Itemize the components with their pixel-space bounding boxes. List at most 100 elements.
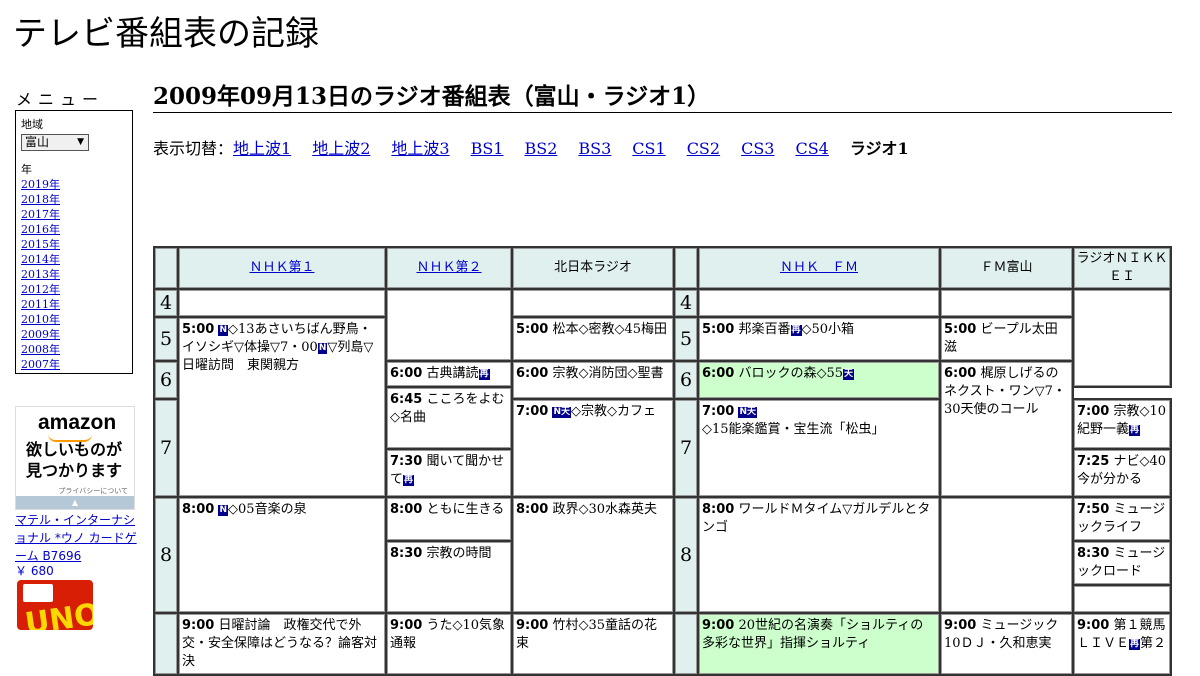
- program-empty: [939, 496, 1074, 614]
- ad-expand-bar[interactable]: ▲: [16, 496, 134, 509]
- program-cell[interactable]: 8:00 ともに生きる: [385, 496, 513, 542]
- product-price: ￥ 680: [15, 564, 54, 578]
- switch-link-cs4[interactable]: CS4: [795, 139, 828, 158]
- switch-link-cs1[interactable]: CS1: [632, 139, 665, 158]
- switch-link-chijou2[interactable]: 地上波2: [312, 139, 370, 158]
- hour-cell: 6: [673, 360, 699, 400]
- program-empty: [1072, 584, 1172, 614]
- weather-icon: 天: [843, 369, 855, 380]
- hour-cell: 5: [153, 316, 179, 362]
- hour-cell: 4: [153, 288, 179, 318]
- program-cell[interactable]: 5:00 ビープル太田滋: [939, 316, 1074, 362]
- switch-current-radio1: ラジオ1: [849, 139, 909, 158]
- ad-tagline-2: 見つかります: [26, 461, 123, 480]
- program-cell[interactable]: 8:00 N◇05音楽の泉: [177, 496, 387, 614]
- hour-cell: 5: [673, 316, 699, 362]
- rerun-icon: 再: [478, 369, 490, 380]
- region-label: 地域: [21, 118, 43, 131]
- product-image[interactable]: UNO: [17, 580, 93, 630]
- channel-header-kitanihon: 北日本ラジオ: [511, 246, 675, 290]
- program-cell[interactable]: 6:00 宗教◇消防団◇聖書: [511, 360, 675, 400]
- hour-cell: [153, 612, 179, 676]
- ad-privacy-link[interactable]: プライバシーについて: [58, 486, 128, 496]
- channel-header-fmtoyama: ＦＭ富山: [939, 246, 1074, 290]
- program-cell[interactable]: 9:00 日曜討論 政権交代で外交・安全保障はどうなる？論客対決: [177, 612, 387, 676]
- year-link[interactable]: 2017年: [21, 207, 127, 222]
- program-cell[interactable]: 7:30 聞いて聞かせて再: [385, 448, 513, 498]
- view-switcher: 表示切替：地上波1 地上波2 地上波3 BS1 BS2 BS3 CS1 CS2 CS3 CS4 ラジ…: [153, 135, 909, 159]
- year-link[interactable]: 2012年: [21, 282, 127, 297]
- site-title: テレビ番組表の記録: [13, 14, 319, 54]
- page-title: 2009年09月13日のラジオ番組表（富山・ラジオ1）: [153, 84, 1172, 113]
- program-cell[interactable]: 9:00 竹村◇35童話の花束: [511, 612, 675, 676]
- year-link[interactable]: 2015年: [21, 237, 127, 252]
- hour-cell: 8: [153, 496, 179, 614]
- channel-link-nhk1[interactable]: ＮＨＫ第１: [249, 260, 314, 275]
- region-select-value: 富山: [25, 135, 50, 149]
- switcher-label: 表示切替：: [153, 139, 234, 158]
- amazon-ad[interactable]: amazon 欲しいものが 見つかります プライバシーについて ▲: [15, 406, 135, 510]
- year-link[interactable]: 2011年: [21, 297, 127, 312]
- program-cell[interactable]: 8:00 ワールドＭタイム▽ガルデルとタンゴ: [697, 496, 941, 614]
- program-cell[interactable]: 5:00 松本◇密教◇45梅田: [511, 316, 675, 362]
- program-cell[interactable]: 5:00 邦楽百番再◇50小箱: [697, 316, 941, 362]
- switch-link-cs2[interactable]: CS2: [687, 139, 720, 158]
- program-empty: [1072, 288, 1172, 388]
- year-link[interactable]: 2010年: [21, 312, 127, 327]
- year-label: 年: [21, 163, 32, 176]
- switch-link-bs2[interactable]: BS2: [524, 139, 557, 158]
- year-link[interactable]: 2019年: [21, 177, 127, 192]
- channel-header-nhk1: ＮＨＫ第１: [177, 246, 387, 290]
- program-cell[interactable]: 7:00 N天◇宗教◇カフェ: [511, 398, 675, 498]
- channel-link-nhk2[interactable]: ＮＨＫ第２: [416, 260, 481, 275]
- program-cell-highlight[interactable]: 6:00 バロックの森◇55天: [697, 360, 941, 400]
- program-cell[interactable]: 6:45 こころをよむ◇名曲: [385, 386, 513, 450]
- program-cell[interactable]: 9:00 第１競馬ＬＩＶＥ再第２: [1072, 612, 1172, 676]
- program-cell[interactable]: 9:00 うた◇10気象通報: [385, 612, 513, 676]
- chevron-up-icon: ▲: [71, 498, 79, 507]
- switch-link-bs3[interactable]: BS3: [578, 139, 611, 158]
- program-empty: [177, 288, 387, 318]
- year-list: 2019年 2018年 2017年 2016年 2015年 2014年 2013…: [21, 177, 127, 372]
- program-empty: [511, 288, 675, 318]
- year-link[interactable]: 2013年: [21, 267, 127, 282]
- news-icon: N: [218, 505, 229, 516]
- rerun-icon: 再: [1129, 425, 1141, 436]
- channel-header-nhk2: ＮＨＫ第２: [385, 246, 513, 290]
- chevron-down-icon: ▼: [77, 137, 84, 147]
- news-icon: N: [317, 343, 328, 354]
- program-cell[interactable]: 6:00 古典講読再: [385, 360, 513, 388]
- program-cell[interactable]: 7:00 宗教◇10紀野一義再: [1072, 398, 1172, 450]
- program-cell[interactable]: 8:00 政界◇30水森英夫: [511, 496, 675, 614]
- year-link[interactable]: 2009年: [21, 327, 127, 342]
- rerun-icon: 再: [1129, 639, 1141, 650]
- program-cell[interactable]: 8:30 ミュージックロード: [1072, 540, 1172, 586]
- card-graphic: [23, 584, 53, 602]
- product-link[interactable]: マテル・インターナショナル *ウノ カードゲーム B7696: [15, 511, 139, 565]
- year-link[interactable]: 2014年: [21, 252, 127, 267]
- switch-link-bs1[interactable]: BS1: [471, 139, 504, 158]
- program-cell[interactable]: 6:00 梶原しげるのネクスト・ワン▽7・30天使のコール: [939, 360, 1074, 498]
- hour-cell: 4: [673, 288, 699, 318]
- program-cell[interactable]: 7:00 N天◇15能楽鑑賞・宝生流「松虫」: [697, 398, 941, 498]
- program-cell[interactable]: 8:30 宗教の時間: [385, 540, 513, 614]
- year-link[interactable]: 2016年: [21, 222, 127, 237]
- news-weather-icon: N天: [552, 407, 572, 418]
- channel-link-nhkfm[interactable]: ＮＨＫ ＦＭ: [780, 260, 858, 275]
- program-cell[interactable]: 9:00 ミュージック10ＤＪ・久和恵実: [939, 612, 1074, 676]
- year-link[interactable]: 2018年: [21, 192, 127, 207]
- switch-link-chijou3[interactable]: 地上波3: [391, 139, 449, 158]
- program-cell[interactable]: 7:50 ミュージックライフ: [1072, 496, 1172, 542]
- year-link[interactable]: 2008年: [21, 342, 127, 357]
- hour-cell: 7: [153, 398, 179, 498]
- region-select[interactable]: 富山 ▼: [21, 134, 89, 151]
- news-weather-icon: N天: [738, 407, 758, 418]
- switch-link-cs3[interactable]: CS3: [741, 139, 774, 158]
- channel-header-nikkei: ラジオＮＩＫＫＥＩ: [1072, 246, 1172, 290]
- menu-title: メニュー: [16, 90, 105, 109]
- year-link[interactable]: 2007年: [21, 357, 127, 372]
- program-cell-highlight[interactable]: 9:00 20世紀の名演奏「ショルティの多彩な世界」指揮ショルティ: [697, 612, 941, 676]
- program-cell[interactable]: 7:25 ナビ◇40今が分かる: [1072, 448, 1172, 498]
- program-cell[interactable]: 5:00 N◇13あさいちばん野鳥・イソシギ▽体操▽7・00N▽列島▽日曜訪問 …: [177, 316, 387, 498]
- switch-link-chijou1[interactable]: 地上波1: [233, 139, 291, 158]
